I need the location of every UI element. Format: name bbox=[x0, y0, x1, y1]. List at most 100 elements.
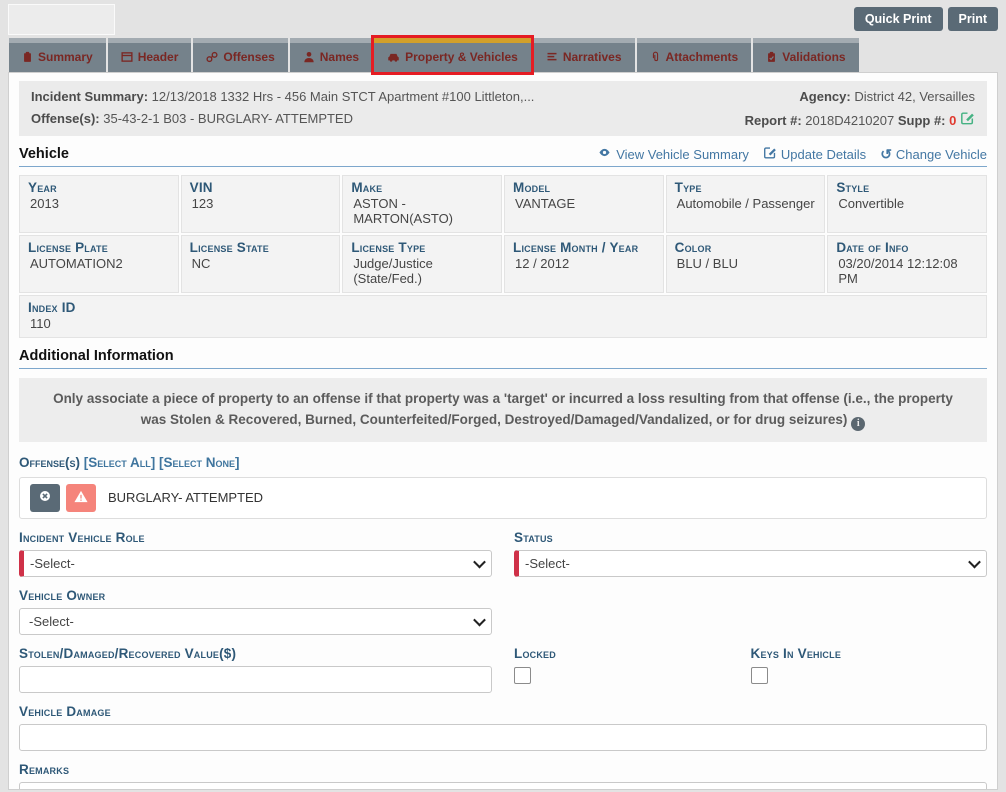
incident-vehicle-role-field: Incident Vehicle Role -Select- bbox=[19, 519, 492, 577]
vehicle-owner-field: Vehicle Owner -Select- bbox=[19, 577, 492, 635]
person-icon bbox=[303, 51, 315, 63]
locked-checkbox[interactable] bbox=[514, 667, 531, 684]
field-date-of-info: Date of Info03/20/2014 12:12:08 PM bbox=[827, 235, 987, 293]
vehicle-damage-label: Vehicle Damage bbox=[19, 704, 987, 719]
tab-label: Attachments bbox=[666, 50, 739, 64]
field-type: TypeAutomobile / Passenger bbox=[666, 175, 826, 233]
remarks-label: Remarks bbox=[19, 762, 987, 777]
tab-label: Offenses bbox=[223, 50, 274, 64]
additional-info-header: Additional Information bbox=[19, 348, 987, 369]
incident-vehicle-role-select[interactable]: -Select- bbox=[19, 550, 492, 577]
form-row-owner: Vehicle Owner -Select- bbox=[19, 577, 987, 635]
remarks-input[interactable] bbox=[19, 782, 987, 790]
vehicle-damage-input[interactable] bbox=[19, 724, 987, 751]
locked-field: Locked bbox=[514, 635, 751, 693]
field-vin: VIN123 bbox=[181, 175, 341, 233]
tab-label: Property & Vehicles bbox=[405, 50, 518, 64]
supp-value: 0 bbox=[949, 113, 956, 128]
offense-label: Offense(s): bbox=[31, 111, 100, 126]
handcuffs-icon bbox=[206, 51, 218, 63]
vehicle-owner-select[interactable]: -Select- bbox=[19, 608, 492, 635]
print-button[interactable]: Print bbox=[948, 7, 998, 31]
tab-offenses[interactable]: Offenses bbox=[193, 38, 287, 72]
report-line: Report #: 2018D4210207 Supp #: 0 bbox=[745, 111, 975, 128]
vehicle-details-table: Year2013 VIN123 MakeASTON - MARTON(ASTO)… bbox=[19, 175, 987, 338]
stolen-value-input[interactable] bbox=[19, 666, 492, 693]
report-value: 2018D4210207 bbox=[805, 113, 894, 128]
field-color: ColorBLU / BLU bbox=[666, 235, 826, 293]
logo-placeholder bbox=[8, 4, 115, 35]
keys-in-vehicle-checkbox[interactable] bbox=[751, 667, 768, 684]
association-note: Only associate a piece of property to an… bbox=[19, 378, 987, 442]
tab-property-vehicles[interactable]: Property & Vehicles bbox=[374, 38, 531, 72]
form-row-value-checks: Stolen/Damaged/Recovered Value($) Locked… bbox=[19, 635, 987, 693]
incident-summary-value: 12/13/2018 1332 Hrs - 456 Main STCT Apar… bbox=[152, 89, 535, 104]
field-license-type: License TypeJudge/Justice (State/Fed.) bbox=[342, 235, 502, 293]
offenses-select-row: Offense(s) [Select All] [Select None] bbox=[19, 455, 987, 470]
link-label: View Vehicle Summary bbox=[616, 147, 749, 162]
update-details-link[interactable]: Update Details bbox=[763, 146, 866, 162]
select-all-link[interactable]: [Select All] bbox=[84, 455, 156, 470]
print-button-group: Quick Print Print bbox=[854, 7, 998, 31]
top-strip: Quick Print Print bbox=[0, 0, 1006, 38]
tab-validations[interactable]: Validations bbox=[753, 38, 858, 72]
window-icon bbox=[121, 51, 133, 63]
stolen-value-field: Stolen/Damaged/Recovered Value($) bbox=[19, 635, 492, 693]
list-icon bbox=[546, 51, 558, 63]
status-field: Status -Select- bbox=[514, 519, 987, 577]
incident-vehicle-role-label: Incident Vehicle Role bbox=[19, 530, 492, 545]
content-panel: Incident Summary: 12/13/2018 1332 Hrs - … bbox=[8, 72, 998, 790]
field-make: MakeASTON - MARTON(ASTO) bbox=[342, 175, 502, 233]
tab-attachments[interactable]: Attachments bbox=[637, 38, 752, 72]
keys-in-vehicle-field: Keys In Vehicle bbox=[751, 635, 988, 693]
vehicle-row-3: Index ID110 bbox=[19, 295, 987, 338]
supp-edit-icon[interactable] bbox=[960, 113, 975, 128]
offense-name: BURGLARY- ATTEMPTED bbox=[108, 490, 263, 505]
tab-label: Narratives bbox=[563, 50, 622, 64]
locked-label: Locked bbox=[514, 646, 751, 661]
paperclip-icon bbox=[650, 51, 661, 63]
page: Quick Print Print Summary Header Offense… bbox=[0, 0, 1006, 792]
tab-names[interactable]: Names bbox=[290, 38, 372, 72]
vehicle-owner-label: Vehicle Owner bbox=[19, 588, 492, 603]
warning-triangle-icon bbox=[73, 489, 89, 507]
agency-label: Agency: bbox=[799, 89, 850, 104]
eye-icon bbox=[597, 146, 612, 162]
field-license-state: License StateNC bbox=[181, 235, 341, 293]
tab-label: Validations bbox=[782, 50, 845, 64]
report-label: Report #: bbox=[745, 113, 802, 128]
incident-summary-bar: Incident Summary: 12/13/2018 1332 Hrs - … bbox=[19, 81, 987, 136]
incident-summary-line: Incident Summary: 12/13/2018 1332 Hrs - … bbox=[31, 89, 745, 104]
vehicle-row-2: License PlateAUTOMATION2 License StateNC… bbox=[19, 235, 987, 293]
info-icon[interactable]: i bbox=[851, 417, 865, 431]
select-none-link[interactable]: [Select None] bbox=[159, 455, 240, 470]
tab-narratives[interactable]: Narratives bbox=[533, 38, 635, 72]
keys-in-vehicle-label: Keys In Vehicle bbox=[751, 646, 988, 661]
remarks-field: Remarks bbox=[19, 762, 987, 790]
vehicle-section-header: Vehicle View Vehicle Summary Update Deta… bbox=[19, 146, 987, 167]
edit-icon bbox=[763, 146, 777, 162]
tab-label: Header bbox=[138, 50, 179, 64]
offense-item[interactable]: BURGLARY- ATTEMPTED bbox=[19, 477, 987, 519]
form-row-role-status: Incident Vehicle Role -Select- Status -S… bbox=[19, 519, 987, 577]
quick-print-button[interactable]: Quick Print bbox=[854, 7, 943, 31]
offense-value: 35-43-2-1 B03 - BURGLARY- ATTEMPTED bbox=[103, 111, 353, 126]
vehicle-action-links: View Vehicle Summary Update Details ↺ Ch… bbox=[597, 146, 987, 162]
status-select[interactable]: -Select- bbox=[514, 550, 987, 577]
tab-header[interactable]: Header bbox=[108, 38, 192, 72]
clipboard-icon bbox=[22, 51, 33, 63]
field-model: ModelVANTAGE bbox=[504, 175, 664, 233]
offense-warning-button[interactable] bbox=[66, 484, 96, 512]
field-index-id: Index ID110 bbox=[19, 295, 987, 338]
offense-options-button[interactable] bbox=[30, 484, 60, 512]
supp-label: Supp #: bbox=[898, 113, 946, 128]
car-icon bbox=[387, 51, 400, 63]
status-label: Status bbox=[514, 530, 987, 545]
vehicle-damage-field: Vehicle Damage bbox=[19, 704, 987, 751]
link-label: Update Details bbox=[781, 147, 866, 162]
additional-info-title: Additional Information bbox=[19, 348, 174, 364]
stolen-value-label: Stolen/Damaged/Recovered Value($) bbox=[19, 646, 492, 661]
view-vehicle-summary-link[interactable]: View Vehicle Summary bbox=[597, 146, 749, 162]
tab-summary[interactable]: Summary bbox=[9, 38, 106, 72]
change-vehicle-link[interactable]: ↺ Change Vehicle bbox=[880, 146, 987, 162]
